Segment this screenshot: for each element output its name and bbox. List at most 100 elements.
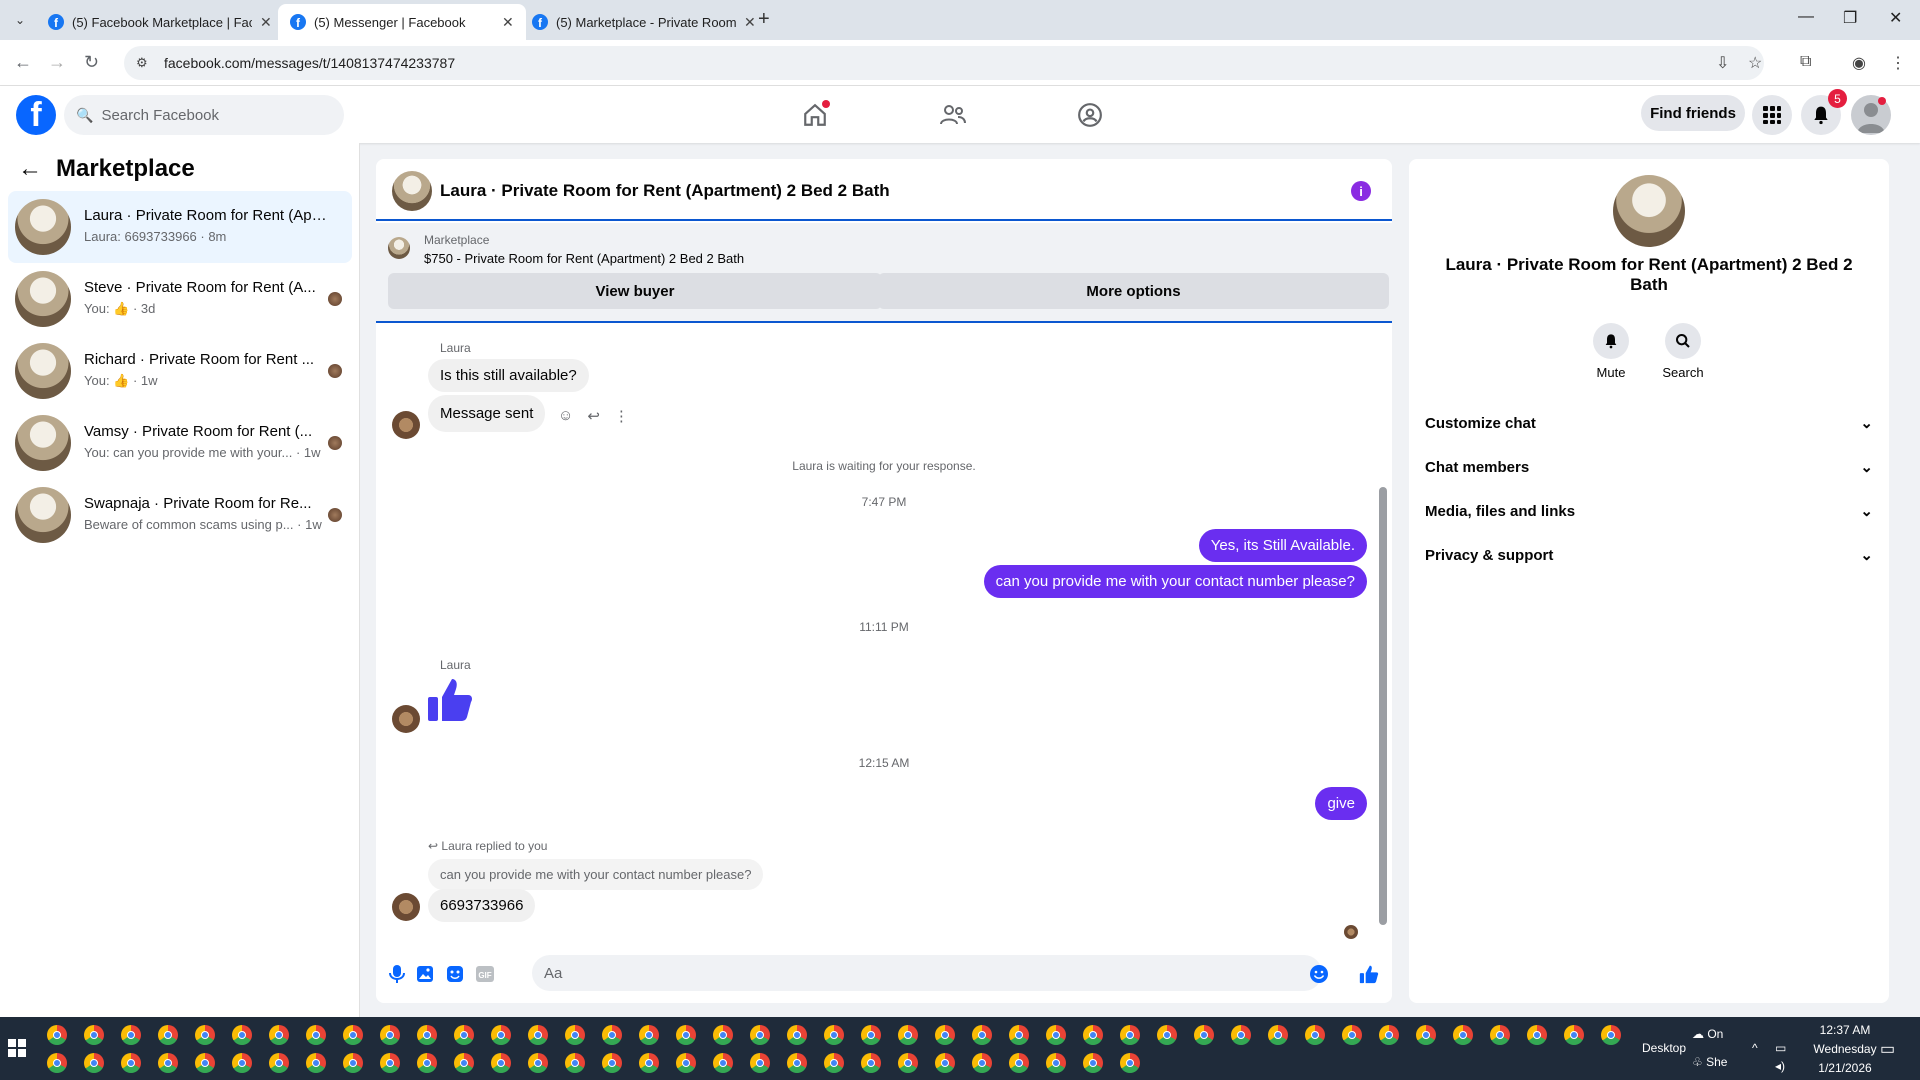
conversation-item-vamsy[interactable]: Vamsy · Private Room for Rent (... You: … <box>8 407 352 479</box>
message-outgoing[interactable]: Yes, its Still Available. <box>1198 529 1367 562</box>
more-options-button[interactable]: More options <box>878 273 1389 309</box>
chat-title[interactable]: Laura · Private Room for Rent (Apartment… <box>440 181 890 201</box>
taskbar-app-icon[interactable] <box>713 1053 733 1073</box>
thumbs-up-send-icon[interactable] <box>1358 963 1380 985</box>
taskbar-app-icon[interactable] <box>972 1025 992 1045</box>
taskbar-app-icon[interactable] <box>491 1025 511 1045</box>
message-outgoing[interactable]: give <box>1315 787 1367 820</box>
taskbar-app-icon[interactable] <box>47 1025 67 1045</box>
desktop-toolbar-label[interactable]: Desktop <box>1642 1041 1686 1055</box>
more-actions-icon[interactable]: ⋮ <box>614 407 629 425</box>
taskbar-app-icon[interactable] <box>972 1053 992 1073</box>
taskbar-app-icon[interactable] <box>380 1053 400 1073</box>
new-tab-icon[interactable]: + <box>758 8 770 31</box>
conversation-item-swapnaja[interactable]: Swapnaja · Private Room for Re... Beware… <box>8 479 352 551</box>
clock-time[interactable]: 12:37 AM <box>1806 1023 1884 1037</box>
taskbar-app-icon[interactable] <box>417 1053 437 1073</box>
facebook-search-input[interactable]: 🔍 Search Facebook <box>64 95 344 135</box>
message-incoming[interactable]: Is this still available? <box>428 359 589 392</box>
microphone-icon[interactable] <box>386 963 408 985</box>
taskbar-app-icon[interactable] <box>1120 1053 1140 1073</box>
taskbar-app-icon[interactable] <box>1009 1025 1029 1045</box>
browser-tab-messenger[interactable]: f (5) Messenger | Facebook ✕ <box>278 4 526 40</box>
taskbar-app-icon[interactable] <box>935 1053 955 1073</box>
browser-menu-icon[interactable]: ⋮ <box>1890 53 1906 73</box>
taskbar-app-icon[interactable] <box>454 1025 474 1045</box>
taskbar-app-icon[interactable] <box>84 1053 104 1073</box>
close-window-icon[interactable]: ✕ <box>1889 8 1902 28</box>
reload-icon[interactable]: ↻ <box>84 52 99 73</box>
info-icon[interactable]: i <box>1351 181 1371 201</box>
browser-tab-marketplace[interactable]: f (5) Facebook Marketplace | Fac ✕ <box>36 4 284 40</box>
taskbar-app-icon[interactable] <box>602 1025 622 1045</box>
url-field[interactable]: ⚙ facebook.com/messages/t/14081374742337… <box>124 46 1764 80</box>
taskbar-app-icon[interactable] <box>380 1025 400 1045</box>
taskbar-app-icon[interactable] <box>1453 1025 1473 1045</box>
groups-icon[interactable] <box>1075 100 1105 130</box>
menu-grid-icon[interactable] <box>1752 95 1792 135</box>
conversation-item-steve[interactable]: Steve · Private Room for Rent (A... You:… <box>8 263 352 335</box>
reply-quote[interactable]: can you provide me with your contact num… <box>428 859 764 890</box>
taskbar-app-icon[interactable] <box>1194 1025 1214 1045</box>
forward-icon[interactable]: → <box>48 52 66 73</box>
notification-center-icon[interactable]: ▭ <box>1880 1039 1895 1059</box>
conversation-item-richard[interactable]: Richard · Private Room for Rent ... You:… <box>8 335 352 407</box>
taskbar-app-icon[interactable] <box>528 1053 548 1073</box>
back-arrow-icon[interactable]: ← <box>18 155 42 183</box>
emoji-icon[interactable] <box>1308 963 1330 985</box>
browser-tab-private-room[interactable]: f (5) Marketplace - Private Room ✕ <box>520 4 768 40</box>
taskbar-app-icon[interactable] <box>1416 1025 1436 1045</box>
taskbar-app-icon[interactable] <box>306 1025 326 1045</box>
customize-chat-row[interactable]: Customize chat ⌄ <box>1425 401 1873 445</box>
media-files-links-row[interactable]: Media, files and links ⌄ <box>1425 489 1873 533</box>
facebook-logo-icon[interactable]: f <box>16 95 56 135</box>
taskbar-app-icon[interactable] <box>1601 1025 1621 1045</box>
taskbar-app-icon[interactable] <box>1046 1053 1066 1073</box>
message-outgoing[interactable]: can you provide me with your contact num… <box>983 565 1367 598</box>
site-info-icon[interactable]: ⚙ <box>136 55 152 71</box>
taskbar-app-icon[interactable] <box>935 1025 955 1045</box>
taskbar-app-icon[interactable] <box>861 1053 881 1073</box>
taskbar-app-icon[interactable] <box>898 1025 918 1045</box>
message-input[interactable]: Aa <box>532 955 1322 991</box>
tab-search-chevron-icon[interactable]: ⌄ <box>8 8 32 32</box>
thumbs-up-sticker-icon[interactable] <box>426 675 474 728</box>
taskbar-app-icon[interactable] <box>158 1025 178 1045</box>
taskbar-app-icon[interactable] <box>491 1053 511 1073</box>
home-icon[interactable] <box>800 100 830 130</box>
taskbar-app-icon[interactable] <box>824 1025 844 1045</box>
taskbar-app-icon[interactable] <box>676 1025 696 1045</box>
taskbar-app-icon[interactable] <box>565 1053 585 1073</box>
close-tab-icon[interactable]: ✕ <box>744 14 756 31</box>
taskbar-app-icon[interactable] <box>676 1053 696 1073</box>
onedrive-indicator[interactable]: ☁ On <box>1692 1027 1723 1041</box>
restore-icon[interactable]: ❐ <box>1843 8 1857 28</box>
volume-icon[interactable]: ◂) <box>1775 1059 1785 1073</box>
taskbar-app-icon[interactable] <box>787 1053 807 1073</box>
taskbar-app-icon[interactable] <box>1083 1053 1103 1073</box>
taskbar-app-icon[interactable] <box>195 1025 215 1045</box>
taskbar-app-icon[interactable] <box>343 1053 363 1073</box>
taskbar-app-icon[interactable] <box>565 1025 585 1045</box>
taskbar-app-icon[interactable] <box>121 1053 141 1073</box>
install-app-icon[interactable]: ⇩ <box>1716 53 1729 73</box>
find-friends-button[interactable]: Find friends <box>1641 95 1745 131</box>
taskbar-app-icon[interactable] <box>1527 1025 1547 1045</box>
taskbar-app-icon[interactable] <box>1268 1025 1288 1045</box>
taskbar-app-icon[interactable] <box>1379 1025 1399 1045</box>
taskbar-app-icon[interactable] <box>528 1025 548 1045</box>
taskbar-app-icon[interactable] <box>1490 1025 1510 1045</box>
taskbar-app-icon[interactable] <box>195 1053 215 1073</box>
taskbar-app-icon[interactable] <box>1157 1025 1177 1045</box>
taskbar-app-icon[interactable] <box>232 1053 252 1073</box>
friends-icon[interactable] <box>938 100 968 130</box>
taskbar-app-icon[interactable] <box>1120 1025 1140 1045</box>
tray-chevron-icon[interactable]: ^ <box>1752 1041 1758 1055</box>
taskbar-app-icon[interactable] <box>343 1025 363 1045</box>
react-emoji-icon[interactable]: ☺ <box>558 407 573 425</box>
taskbar-app-icon[interactable] <box>639 1025 659 1045</box>
taskbar-app-icon[interactable] <box>84 1025 104 1045</box>
minimize-icon[interactable]: — <box>1798 8 1814 26</box>
taskbar-app-icon[interactable] <box>121 1025 141 1045</box>
taskbar-app-icon[interactable] <box>1231 1025 1251 1045</box>
